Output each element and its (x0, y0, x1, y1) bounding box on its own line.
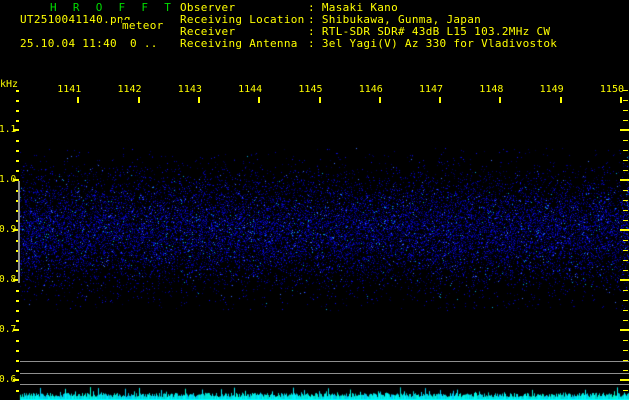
observation-datetime: 25.10.04 11:40 (20, 38, 117, 50)
y-minor-tick (16, 100, 19, 102)
y-minor-tick (16, 320, 19, 322)
y-major-tick (13, 129, 19, 131)
y-minor-tick-right (623, 100, 628, 101)
y-minor-tick-right (623, 290, 628, 291)
x-tick-label: 1144 (235, 84, 262, 96)
y-minor-tick (16, 90, 19, 92)
observation-name: meteor (122, 20, 164, 32)
x-tick (198, 97, 200, 103)
y-minor-tick-right (623, 370, 628, 371)
level-reference-line (20, 361, 629, 362)
y-minor-tick-right (623, 170, 628, 171)
x-tick-label: 1141 (54, 84, 81, 96)
y-major-tick-right (620, 329, 629, 331)
level-reference-line (20, 373, 629, 374)
y-minor-tick-right (623, 160, 628, 161)
y-minor-tick-right (623, 300, 628, 301)
field-value: 3el Yagi(V) Az 330 for Vladivostok (322, 37, 557, 50)
x-tick (499, 97, 501, 103)
field-label: Receiving Antenna (180, 38, 308, 50)
y-minor-tick (16, 300, 19, 302)
y-minor-tick-right (623, 150, 628, 151)
x-tick (77, 97, 79, 103)
receiver-info-row: Receiving Antenna: 3el Yagi(V) Az 330 fo… (180, 38, 557, 50)
y-minor-tick-right (623, 250, 628, 251)
x-tick (439, 97, 441, 103)
y-minor-tick-right (623, 390, 628, 391)
y-major-tick-right (620, 129, 629, 131)
y-major-tick (13, 329, 19, 331)
y-minor-tick (16, 340, 19, 342)
y-minor-tick-right (623, 210, 628, 211)
y-minor-tick-right (623, 190, 628, 191)
x-tick (560, 97, 562, 103)
noise-band-marker-bar (18, 181, 20, 283)
y-minor-tick-right (623, 320, 628, 321)
x-tick-label: 1149 (537, 84, 564, 96)
y-minor-tick (16, 140, 19, 142)
y-major-tick (13, 379, 19, 381)
y-minor-tick (16, 120, 19, 122)
x-tick-label: 1150 (597, 84, 624, 96)
y-major-tick-right (620, 229, 629, 231)
level-reference-line (20, 384, 629, 385)
y-minor-tick (16, 110, 19, 112)
y-minor-tick-right (623, 220, 628, 221)
y-minor-tick (16, 310, 19, 312)
y-minor-tick-right (623, 260, 628, 261)
x-tick (379, 97, 381, 103)
x-tick (258, 97, 260, 103)
y-minor-tick-right (623, 200, 628, 201)
x-tick-label: 1147 (416, 84, 443, 96)
y-minor-tick (16, 370, 19, 372)
x-tick (620, 97, 622, 103)
y-minor-tick-right (623, 350, 628, 351)
field-separator: : (308, 37, 322, 50)
y-minor-tick (16, 360, 19, 362)
y-minor-tick (16, 290, 19, 292)
y-minor-tick (16, 170, 19, 172)
x-tick-label: 1143 (175, 84, 202, 96)
x-tick (138, 97, 140, 103)
x-tick (319, 97, 321, 103)
x-tick-label: 1146 (356, 84, 383, 96)
x-tick-label: 1145 (296, 84, 323, 96)
y-minor-tick-right (623, 120, 628, 121)
spectrogram-canvas (0, 0, 629, 400)
y-minor-tick (16, 160, 19, 162)
y-minor-tick (16, 150, 19, 152)
y-major-tick-right (620, 279, 629, 281)
y-minor-tick-right (623, 140, 628, 141)
x-tick-label: 1142 (115, 84, 142, 96)
filename: UT2510041140.png (20, 14, 131, 26)
y-minor-tick-right (623, 240, 628, 241)
y-minor-tick-right (623, 110, 628, 111)
y-major-tick-right (620, 379, 629, 381)
y-minor-tick (16, 390, 19, 392)
y-minor-tick-right (623, 340, 628, 341)
x-tick-label: 1148 (476, 84, 503, 96)
y-major-tick-right (620, 179, 629, 181)
y-minor-tick-right (623, 270, 628, 271)
y-minor-tick (16, 350, 19, 352)
hrofft-window: H R O F F T UT2510041140.png meteor 25.1… (0, 0, 629, 400)
y-minor-tick-right (623, 310, 628, 311)
echo-counter: 0 .. (130, 38, 158, 50)
